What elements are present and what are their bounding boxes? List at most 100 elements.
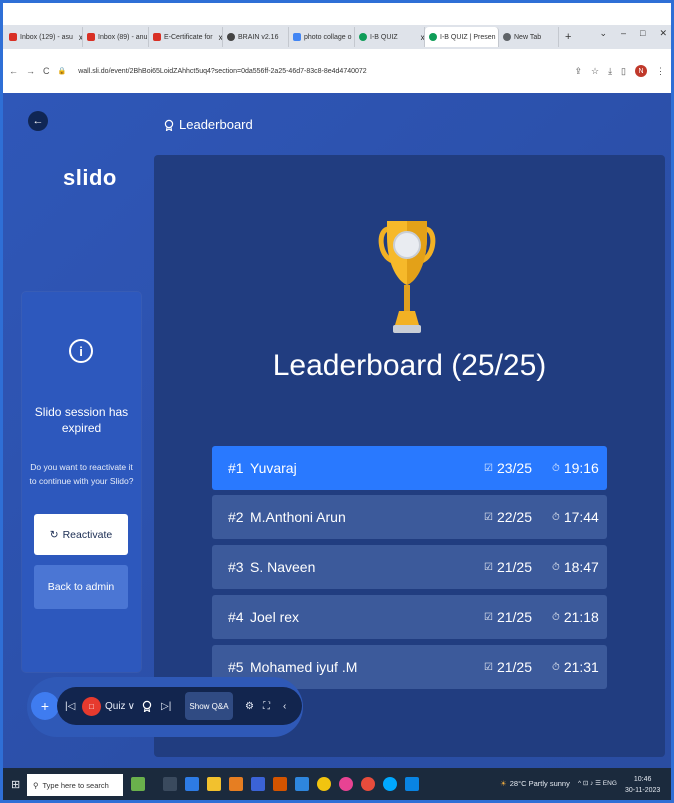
new-tab-button[interactable]: + <box>565 31 571 43</box>
presenter-controls: |◁ □ Quiz ∨ ▷| Show Q&A ⚙ ⛶ ‹ <box>57 687 302 725</box>
gmail-icon <box>9 33 17 41</box>
time-value: 21:31 <box>563 659 599 675</box>
participant-name: S. Naveen <box>250 559 316 575</box>
browser-tab[interactable]: Inbox (129) - asu x <box>5 27 83 47</box>
participant-name: Yuvaraj <box>250 460 297 476</box>
time-value: 17:44 <box>563 509 599 525</box>
back-icon[interactable]: ← <box>9 66 18 76</box>
score-value: 21/25 <box>496 609 533 625</box>
header-label: Leaderboard <box>179 117 253 132</box>
time: ⏱ 17:44 <box>552 509 599 525</box>
browser-tab[interactable]: photo collage o x <box>289 27 355 47</box>
score: ☑ 22/25 <box>484 509 532 525</box>
maximize-button[interactable]: □ <box>640 28 645 39</box>
app-icon[interactable] <box>229 777 243 791</box>
score-value: 21/25 <box>496 659 533 675</box>
leaderboard-panel: Leaderboard (25/25) #1 Yuvaraj ☑ 23/25 ⏱ 1… <box>154 155 665 757</box>
browser-tab-bar: Inbox (129) - asu x Inbox (89) - anu x E… <box>3 25 671 49</box>
opera-icon[interactable] <box>361 777 375 791</box>
browser-tab[interactable]: BRAIN v2.16 x <box>223 27 289 47</box>
previous-icon[interactable]: |◁ <box>65 701 75 712</box>
url-field[interactable]: wall.sli.do/event/2BhBoi65LoidZAhhct5uq4… <box>78 68 366 75</box>
time-value: 21:18 <box>563 609 599 625</box>
refresh-icon: ↻ <box>49 528 59 541</box>
leaderboard-header: Leaderboard <box>163 117 253 132</box>
windows-taskbar: ⊞ ⚲ Type here to search ☀ 28°C Partly su… <box>3 768 671 800</box>
app-icon[interactable] <box>273 777 287 791</box>
slido-icon <box>429 33 437 41</box>
back-to-admin-button[interactable]: Back to admin <box>34 565 128 609</box>
taskbar-search[interactable]: ⚲ Type here to search <box>27 774 123 796</box>
browser-tab[interactable]: E-Certificate for x <box>149 27 223 47</box>
sidepanel-icon[interactable]: ▯ <box>621 66 626 77</box>
settings-icon[interactable]: ⚙ <box>245 701 254 712</box>
time: ⏱ 21:18 <box>552 609 599 625</box>
chrome-icon[interactable] <box>317 777 331 791</box>
add-button[interactable]: + <box>31 692 59 720</box>
clock-time: 10:46 <box>633 776 652 783</box>
score-value: 21/25 <box>496 559 533 575</box>
tab-label: Inbox (89) - anu <box>98 33 148 41</box>
chevron-down-icon: ∨ <box>127 700 135 712</box>
task-view-icon[interactable] <box>163 777 177 791</box>
weather-widget[interactable]: ☀ 28°C Partly sunny <box>500 779 570 788</box>
reactivate-button[interactable]: ↻ Reactivate <box>34 514 128 555</box>
download-icon[interactable]: ⤓ <box>608 66 612 77</box>
browser-tab[interactable]: I-B QUIZ x <box>355 27 425 47</box>
app-icon[interactable] <box>295 777 309 791</box>
lock-icon: 🔒 <box>57 68 67 75</box>
leaderboard-icon[interactable] <box>141 700 153 712</box>
browser-tab-active[interactable]: I-B QUIZ | Presen x <box>425 27 499 47</box>
collapse-icon[interactable]: ‹ <box>283 701 286 712</box>
close-window-button[interactable]: ✕ <box>659 28 667 39</box>
system-tray[interactable]: ^ ⊡ ♪ ☰ ENG <box>578 779 617 787</box>
reactivate-label: Reactivate <box>62 528 113 541</box>
browser-tab[interactable]: New Tab x <box>499 27 559 47</box>
bookmark-star-icon[interactable]: ☆ <box>591 66 599 77</box>
file-explorer-icon[interactable] <box>207 777 221 791</box>
back-button[interactable]: ← <box>28 111 48 131</box>
reload-icon[interactable]: C <box>43 66 50 76</box>
clock[interactable]: 10:46 30-11-2023 <box>625 774 660 796</box>
score-value: 22/25 <box>496 509 533 525</box>
message-line: to continue with your Slido? <box>29 476 134 486</box>
forward-icon[interactable]: → <box>26 66 35 76</box>
menu-icon[interactable]: ⋮ <box>656 66 665 77</box>
stopwatch-icon: ⏱ <box>552 611 560 623</box>
app-icon[interactable] <box>185 777 199 791</box>
score: ☑ 21/25 <box>484 559 532 575</box>
minimize-button[interactable]: – <box>621 28 626 39</box>
edge-icon[interactable] <box>383 777 397 791</box>
tab-close-icon[interactable]: x <box>558 33 559 42</box>
stop-button[interactable]: □ <box>82 696 101 716</box>
rank-label: #1 <box>228 460 244 476</box>
app-icon[interactable] <box>251 777 265 791</box>
tab-label: photo collage o <box>304 33 352 41</box>
next-icon[interactable]: ▷| <box>161 701 171 712</box>
chart-app-icon[interactable] <box>131 777 145 791</box>
app-icon[interactable] <box>405 777 419 791</box>
leaderboard-row: #3 S. Naveen ☑ 21/25 ⏱ 18:47 <box>212 545 607 589</box>
share-icon[interactable]: ⇪ <box>574 66 582 77</box>
tab-search-icon[interactable]: ⌄ <box>599 28 607 39</box>
quiz-label: Quiz <box>105 700 126 712</box>
show-qa-button[interactable]: Show Q&A <box>185 692 233 720</box>
check-circle-icon: ☑ <box>484 462 493 474</box>
profile-avatar[interactable]: N <box>635 65 647 77</box>
quiz-dropdown[interactable]: Quiz ∨ <box>105 701 135 712</box>
search-placeholder: Type here to search <box>42 780 109 790</box>
app-icon[interactable] <box>339 777 353 791</box>
expired-title: Slido session has expired <box>22 404 141 436</box>
slido-icon <box>359 33 367 41</box>
trophy-icon <box>378 221 436 333</box>
windows-start-icon[interactable]: ⊞ <box>11 778 20 791</box>
stopwatch-icon: ⏱ <box>552 661 560 673</box>
slido-app: ← Leaderboard slido i Slido session has … <box>3 93 671 768</box>
time: ⏱ 18:47 <box>552 559 599 575</box>
browser-tab[interactable]: Inbox (89) - anu x <box>83 27 149 47</box>
fullscreen-icon[interactable]: ⛶ <box>263 701 270 712</box>
score-value: 23/25 <box>496 460 533 476</box>
participant-name: Mohamed iyuf .M <box>250 659 358 675</box>
tab-label: E-Certificate for <box>164 33 213 41</box>
tab-label: BRAIN v2.16 <box>238 33 279 41</box>
